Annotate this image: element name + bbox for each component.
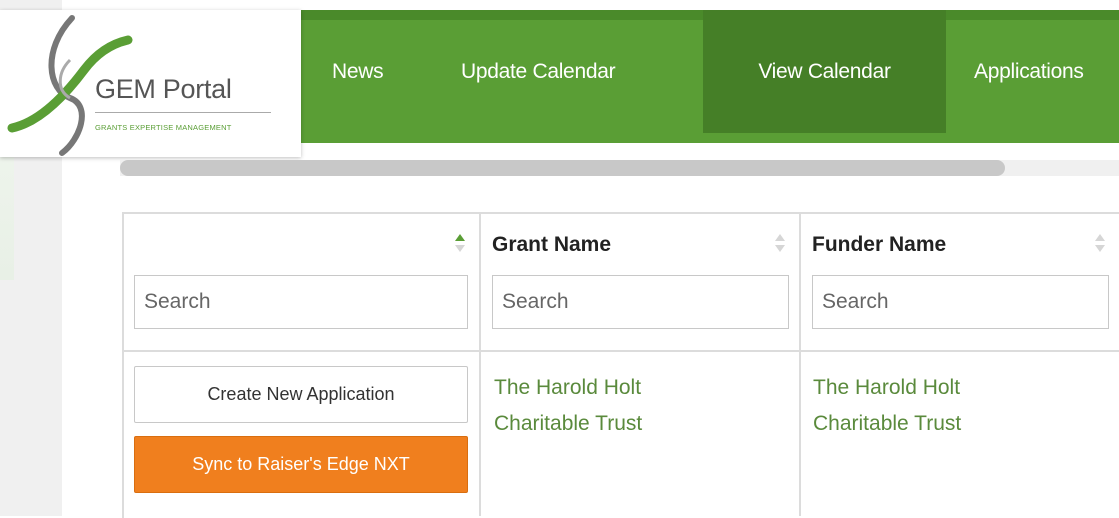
- header-divider: [122, 350, 1119, 352]
- logo-subtitle: GRANTS EXPERTISE MANAGEMENT: [95, 123, 232, 132]
- logo-card[interactable]: GEM Portal GRANTS EXPERTISE MANAGEMENT: [0, 10, 301, 157]
- nav-item-label: View Calendar: [758, 59, 891, 83]
- create-new-application-button[interactable]: Create New Application: [134, 366, 468, 423]
- nav-item-label: Applications: [974, 59, 1084, 83]
- nav-item-news[interactable]: News: [332, 10, 384, 133]
- nav-item-label: Update Calendar: [461, 59, 616, 83]
- sort-icon[interactable]: [775, 232, 785, 256]
- column-divider: [479, 212, 481, 516]
- search-input-actions[interactable]: [134, 275, 468, 329]
- search-input-funder-name[interactable]: [812, 275, 1109, 329]
- nav-item-label: News: [332, 59, 384, 83]
- sync-raisers-edge-button[interactable]: Sync to Raiser's Edge NXT: [134, 436, 468, 493]
- column-divider: [799, 212, 801, 516]
- nav-item-view-calendar[interactable]: View Calendar: [703, 10, 946, 133]
- sort-ascending-icon[interactable]: [455, 232, 465, 256]
- nav-item-applications[interactable]: Applications: [974, 10, 1084, 133]
- column-header-grant-name[interactable]: Grant Name: [492, 233, 611, 257]
- logo-divider: [95, 112, 271, 113]
- horizontal-scrollbar-thumb[interactable]: [120, 160, 1005, 176]
- nav-item-update-calendar[interactable]: Update Calendar: [461, 10, 616, 133]
- sort-icon[interactable]: [1095, 232, 1105, 256]
- funder-name-cell[interactable]: The Harold Holt Charitable Trust: [813, 370, 1023, 442]
- search-input-grant-name[interactable]: [492, 275, 789, 329]
- column-header-funder-name[interactable]: Funder Name: [812, 233, 946, 257]
- logo-title: GEM Portal: [95, 74, 232, 104]
- grant-name-cell[interactable]: The Harold Holt Charitable Trust: [494, 370, 704, 442]
